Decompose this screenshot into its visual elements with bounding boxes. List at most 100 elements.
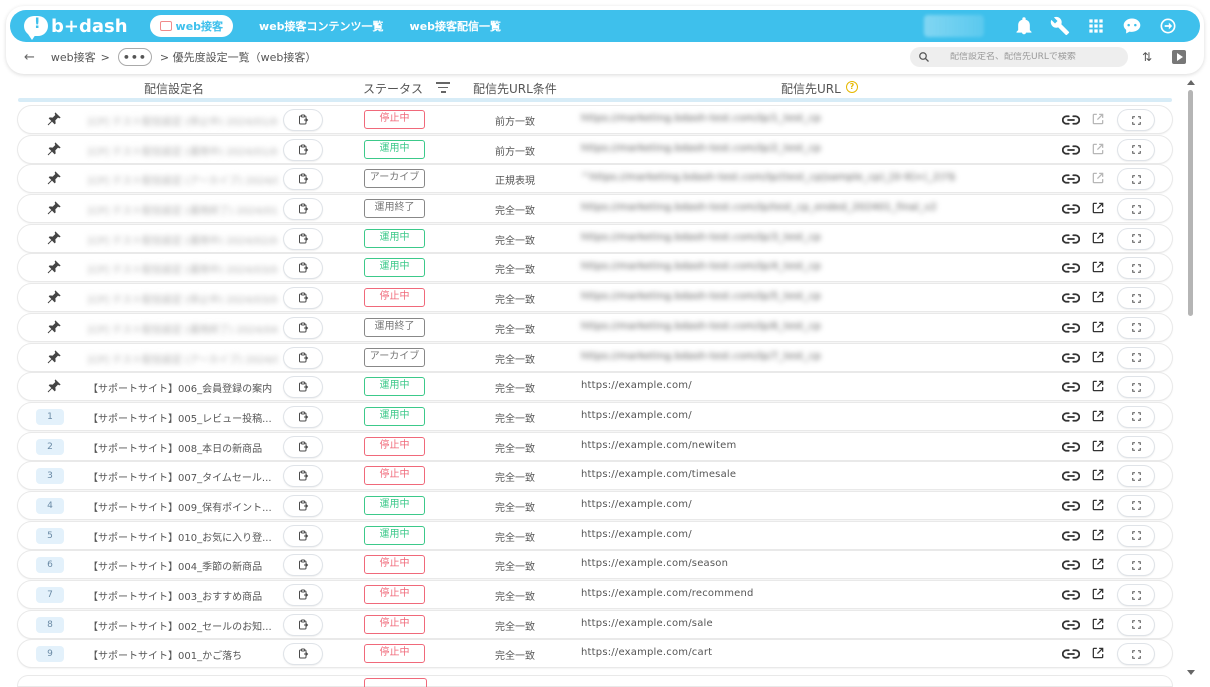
breadcrumb-root[interactable]: web接客	[51, 49, 96, 65]
expand-button[interactable]	[1118, 526, 1154, 546]
pin-icon[interactable]	[46, 289, 62, 305]
link-icon[interactable]	[1062, 647, 1080, 661]
table-row[interactable]: 3 【サポートサイト】007_タイムセール... 停止中 完全一致 https:…	[18, 462, 1172, 490]
url-help-icon[interactable]: ?	[846, 81, 858, 93]
app-logo[interactable]: b+dash	[24, 16, 128, 40]
copy-button[interactable]	[284, 229, 322, 249]
copy-button[interactable]	[284, 288, 322, 308]
expand-button[interactable]	[1118, 110, 1154, 130]
bell-icon[interactable]	[1006, 16, 1042, 36]
nav-web-service-active[interactable]: web接客	[149, 15, 234, 37]
link-icon[interactable]	[1062, 261, 1080, 275]
link-icon[interactable]	[1062, 380, 1080, 394]
expand-button[interactable]	[1118, 585, 1154, 605]
nav-delivery-list[interactable]: web接客配信一覧	[410, 18, 502, 34]
open-external-icon[interactable]	[1091, 320, 1105, 334]
open-external-icon[interactable]	[1091, 231, 1105, 245]
copy-button[interactable]	[284, 377, 322, 397]
copy-button[interactable]	[284, 466, 322, 486]
table-row[interactable]: [CP] テスト配信設定 (運用中) 2024/03/01 運用中 完全一致 h…	[18, 254, 1172, 282]
copy-button[interactable]	[284, 140, 322, 160]
link-icon[interactable]	[1062, 469, 1080, 483]
expand-button[interactable]	[1118, 169, 1154, 189]
back-arrow-icon[interactable]: ←	[24, 50, 35, 65]
status-filter-icon[interactable]	[436, 82, 450, 94]
pin-icon[interactable]	[46, 170, 62, 186]
table-row[interactable]: 5 【サポートサイト】010_お気に入り登... 運用中 完全一致 https:…	[18, 521, 1172, 549]
table-row[interactable]: [CP] テスト配信設定 (運用終了) 2024/04/01 運用終了 完全一致…	[18, 313, 1172, 341]
expand-button[interactable]	[1118, 555, 1154, 575]
expand-button[interactable]	[1118, 644, 1154, 664]
link-icon[interactable]	[1062, 588, 1080, 602]
expand-button[interactable]	[1118, 229, 1154, 249]
link-icon[interactable]	[1062, 321, 1080, 335]
expand-button[interactable]	[1118, 348, 1154, 368]
expand-button[interactable]	[1118, 615, 1154, 635]
link-icon[interactable]	[1062, 172, 1080, 186]
link-icon[interactable]	[1062, 558, 1080, 572]
open-external-icon[interactable]	[1091, 468, 1105, 482]
copy-button[interactable]	[284, 318, 322, 338]
link-icon[interactable]	[1062, 113, 1080, 127]
table-row[interactable]: 【サポートサイト】006_会員登録の案内 運用中 完全一致 https://ex…	[18, 373, 1172, 401]
logout-icon[interactable]	[1150, 16, 1186, 36]
open-external-icon[interactable]	[1091, 587, 1105, 601]
open-external-icon[interactable]	[1091, 112, 1105, 126]
expand-button[interactable]	[1118, 437, 1154, 457]
vertical-scrollbar[interactable]	[1186, 80, 1195, 680]
table-row[interactable]: 2 【サポートサイト】008_本日の新商品 停止中 完全一致 https://e…	[18, 432, 1172, 460]
link-icon[interactable]	[1062, 143, 1080, 157]
open-external-icon[interactable]	[1091, 557, 1105, 571]
expand-button[interactable]	[1118, 466, 1154, 486]
scroll-down-arrow[interactable]	[1187, 670, 1195, 675]
table-row[interactable]: [CP] テスト配信設定 (アーカイブ) 2024/04/01 アーカイブ 完全…	[18, 343, 1172, 371]
table-row[interactable]: [CP] テスト配信設定 (停止中) 2024/01/01 停止中 前方一致 h…	[18, 106, 1172, 133]
expand-button[interactable]	[1118, 377, 1154, 397]
open-external-icon[interactable]	[1091, 350, 1105, 364]
table-row[interactable]: 9 【サポートサイト】001_かご落ち 停止中 完全一致 https://exa…	[18, 640, 1172, 668]
pin-icon[interactable]	[46, 259, 62, 275]
open-external-icon[interactable]	[1091, 142, 1105, 156]
open-external-icon[interactable]	[1091, 646, 1105, 660]
scroll-up-arrow[interactable]	[1187, 80, 1195, 85]
chat-bot-icon[interactable]	[1114, 16, 1150, 36]
pin-icon[interactable]	[46, 378, 62, 394]
table-row[interactable]: [CP] テスト配信設定 (運用中) 2024/01/01 運用中 前方一致 h…	[18, 135, 1172, 163]
pin-icon[interactable]	[46, 200, 62, 216]
pin-icon[interactable]	[46, 141, 62, 157]
copy-button[interactable]	[284, 407, 322, 427]
copy-button[interactable]	[284, 169, 322, 189]
link-icon[interactable]	[1062, 499, 1080, 513]
link-icon[interactable]	[1062, 202, 1080, 216]
expand-button[interactable]	[1118, 288, 1154, 308]
copy-button[interactable]	[284, 258, 322, 278]
table-row[interactable]: 8 【サポートサイト】002_セールのお知... 停止中 完全一致 https:…	[18, 610, 1172, 638]
pin-icon[interactable]	[46, 111, 62, 127]
copy-button[interactable]	[284, 555, 322, 575]
link-icon[interactable]	[1062, 410, 1080, 424]
open-external-icon[interactable]	[1091, 201, 1105, 215]
open-external-icon[interactable]	[1091, 409, 1105, 423]
sort-toggle-icon[interactable]: ⇅	[1142, 50, 1158, 64]
nav-content-list[interactable]: web接客コンテンツ一覧	[259, 18, 384, 34]
expand-button[interactable]	[1118, 140, 1154, 160]
link-icon[interactable]	[1062, 351, 1080, 365]
table-row[interactable]: [CP] テスト配信設定 (アーカイブ) 2024/01/01 アーカイブ 正規…	[18, 165, 1172, 193]
copy-button[interactable]	[284, 615, 322, 635]
copy-button[interactable]	[284, 526, 322, 546]
table-row[interactable]: [CP] テスト配信設定 (運用終了) 2024/01/01 運用終了 完全一致…	[18, 195, 1172, 223]
copy-button[interactable]	[284, 644, 322, 664]
open-external-icon[interactable]	[1091, 617, 1105, 631]
link-icon[interactable]	[1062, 618, 1080, 632]
open-external-icon[interactable]	[1091, 260, 1105, 274]
open-external-icon[interactable]	[1091, 439, 1105, 453]
table-row[interactable]: 6 【サポートサイト】004_季節の新商品 停止中 完全一致 https://e…	[18, 551, 1172, 579]
link-icon[interactable]	[1062, 529, 1080, 543]
link-icon[interactable]	[1062, 291, 1080, 305]
open-external-icon[interactable]	[1091, 528, 1105, 542]
table-row[interactable]: [CP] テスト配信設定 (運用中) 2024/02/01 運用中 完全一致 h…	[18, 224, 1172, 252]
pin-icon[interactable]	[46, 230, 62, 246]
open-external-icon[interactable]	[1091, 290, 1105, 304]
copy-button[interactable]	[284, 585, 322, 605]
link-icon[interactable]	[1062, 440, 1080, 454]
